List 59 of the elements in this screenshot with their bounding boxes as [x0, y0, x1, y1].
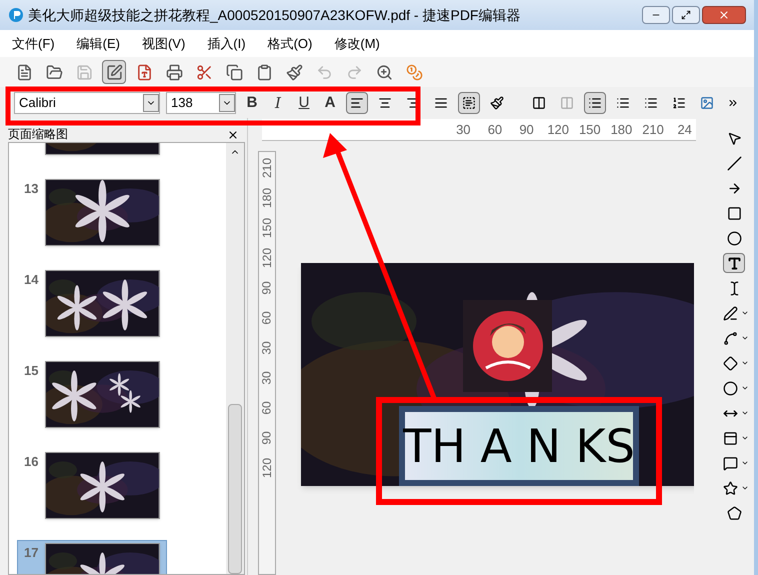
ruler-number: 30	[259, 371, 275, 385]
list-icon[interactable]	[584, 92, 606, 114]
menu-item[interactable]: 视图(V)	[142, 34, 186, 54]
ruler-number: 30	[259, 341, 275, 355]
window-title: 美化大师超级技能之拼花教程_A000520150907A23KOFW.pdf - 捷速PDF编辑器	[28, 6, 520, 25]
page-number: 14	[24, 272, 38, 287]
caret-icon[interactable]	[741, 409, 749, 417]
ruler-number: 150	[259, 218, 275, 238]
ruler-number: 60	[259, 311, 275, 325]
text-select-icon[interactable]	[458, 92, 480, 114]
page-number: 17	[24, 545, 38, 560]
close-icon	[718, 9, 730, 21]
close-icon[interactable]	[227, 129, 239, 141]
page-number: 15	[24, 363, 38, 378]
ruler-number: 30	[455, 120, 472, 139]
ruler-number: 90	[259, 281, 275, 295]
style-button[interactable]: A	[320, 92, 340, 114]
caret-icon[interactable]	[741, 334, 749, 342]
avatar-figure	[472, 310, 544, 382]
panel-title: 页面缩略图	[8, 128, 69, 141]
menu-item[interactable]: 插入(I)	[207, 34, 246, 54]
caret-icon[interactable]	[741, 309, 749, 317]
caret-icon[interactable]	[741, 359, 749, 367]
font-dropdown[interactable]: Calibri	[14, 92, 160, 114]
text-icon[interactable]	[723, 253, 745, 273]
ruler-number: 210	[642, 120, 664, 139]
style-button[interactable]: U	[294, 92, 314, 114]
app-logo-icon	[8, 7, 24, 23]
caret-icon[interactable]	[741, 434, 749, 442]
menu-item[interactable]: 文件(F)	[12, 34, 55, 54]
ruler-number: 180	[259, 188, 275, 208]
ruler-number: 90	[259, 431, 275, 445]
caret-icon[interactable]	[741, 459, 749, 467]
caret-icon[interactable]	[741, 484, 749, 492]
menu-item[interactable]: 格式(O)	[268, 34, 312, 54]
pencil-icon[interactable]	[102, 60, 126, 84]
maximize-icon	[681, 10, 691, 20]
style-button[interactable]: B	[242, 92, 262, 114]
ruler-number: 180	[610, 120, 633, 139]
ruler-number: 60	[259, 401, 275, 415]
ruler-number: 150	[578, 120, 602, 139]
ruler-number: 120	[546, 120, 570, 139]
size-dropdown[interactable]: 138	[166, 92, 236, 114]
maximize-button[interactable]	[672, 6, 700, 24]
scrollbar[interactable]	[226, 143, 244, 574]
page-number: 16	[24, 454, 38, 469]
ruler-number: 120	[259, 248, 275, 268]
page-number: 13	[24, 181, 38, 196]
menu-item[interactable]: 修改(M)	[334, 34, 380, 54]
ruler-number: 210	[259, 158, 275, 178]
style-button[interactable]: I	[268, 92, 288, 114]
align-left-icon[interactable]	[346, 92, 368, 114]
ruler-number: 24	[676, 120, 693, 139]
caret-icon[interactable]	[741, 384, 749, 392]
menu-item[interactable]: 编辑(E)	[76, 34, 120, 54]
close-button[interactable]	[702, 6, 746, 24]
ruler-number: 60	[486, 120, 504, 139]
ruler-number: 90	[518, 120, 535, 139]
ruler-number: 120	[259, 458, 275, 478]
